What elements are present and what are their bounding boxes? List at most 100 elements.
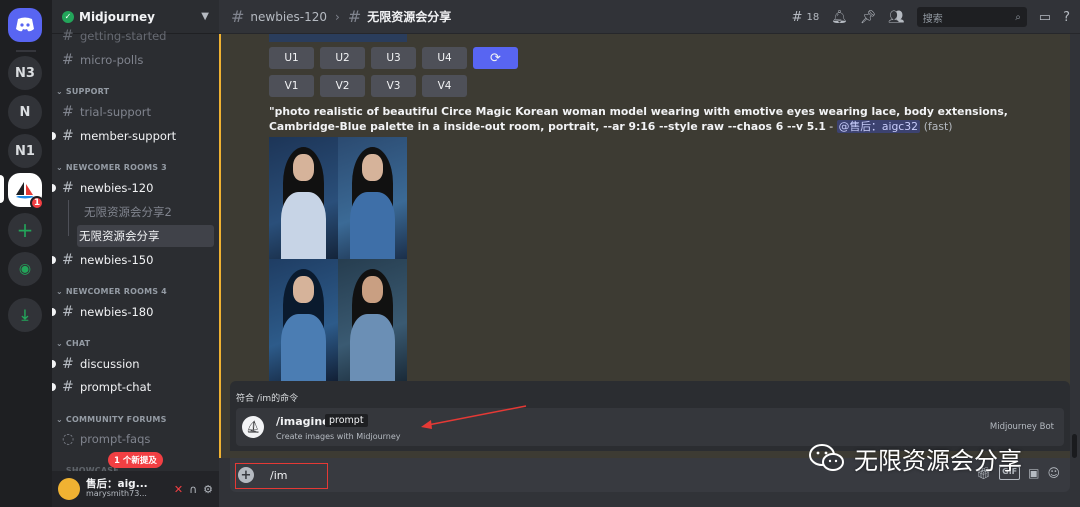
selected-server-pill (0, 175, 4, 203)
variation-button-3[interactable]: V3 (371, 75, 416, 97)
channel-newbies-180[interactable]: # newbies-180 (52, 302, 213, 322)
channel-getting-started[interactable]: # getting-started (60, 26, 213, 46)
category-newcomer-rooms-3[interactable]: ⌄ NEWCOMER ROOMS 3 (56, 163, 167, 172)
figure-face (293, 276, 314, 303)
notification-bell-icon[interactable]: 🔔︎ (831, 10, 848, 25)
verified-check-icon: ✓ (62, 10, 74, 23)
add-server-icon[interactable]: + (8, 213, 42, 247)
channel-newbies-150[interactable]: # newbies-150 (52, 250, 213, 270)
forum-icon: ◌ (62, 431, 75, 447)
reroll-icon[interactable]: ⟳ (473, 47, 518, 69)
server-n1[interactable]: N1 (8, 134, 42, 168)
emoji-icon[interactable]: ☺ (1047, 466, 1060, 480)
thread-connector (68, 200, 80, 212)
wechat-logo-icon (809, 444, 844, 471)
discord-home-icon[interactable] (8, 8, 42, 42)
channel-micro-polls[interactable]: # micro-polls (60, 50, 213, 70)
search-placeholder: 搜索 (922, 13, 943, 25)
watermark-text: 无限资源会分享 (854, 446, 1022, 475)
user-panel: 售后：aig... marysmith73... ✕ ∩ ⚙ (52, 471, 219, 507)
channel-sidebar: ✓ Midjourney ▼ # getting-started # micro-p… (52, 0, 219, 507)
image-tile-3[interactable] (269, 259, 338, 381)
thread-item-active[interactable]: 无限资源会分享 (77, 225, 214, 247)
channel-label: newbies-150 (80, 253, 154, 267)
figure-face (293, 154, 314, 181)
variation-button-4[interactable]: V4 (422, 75, 467, 97)
figure-dress (281, 191, 326, 259)
variation-button-2[interactable]: V2 (320, 75, 365, 97)
previous-image-edge (269, 34, 407, 42)
hash-icon: # (62, 356, 74, 372)
figure-dress (350, 191, 395, 259)
generated-image-grid[interactable] (269, 137, 407, 381)
watermark: 无限资源会分享 (808, 440, 1022, 476)
user-mention[interactable]: @售后：aigc32 (836, 120, 920, 134)
thread-hash-icon: # (62, 180, 74, 196)
channel-label: member-support (80, 129, 177, 143)
figure-dress (281, 313, 326, 381)
member-list-icon[interactable]: 👥︎ (888, 10, 905, 25)
sticker-icon[interactable]: ▣ (1028, 466, 1039, 480)
variation-button-1[interactable]: V1 (269, 75, 314, 97)
help-icon[interactable]: ? (1063, 10, 1070, 25)
chevron-down-icon: ▼ (201, 11, 209, 22)
mute-mic-icon[interactable]: ✕ (174, 483, 183, 496)
channel-label: newbies-120 (80, 181, 154, 195)
hash-icon: # (62, 28, 74, 44)
category-community-forums[interactable]: ⌄ COMMUNITY FORUMS (56, 415, 167, 424)
upscale-button-1[interactable]: U1 (269, 47, 314, 69)
pin-icon[interactable]: 📌︎ (860, 10, 877, 25)
channel-discussion[interactable]: # discussion (52, 354, 213, 374)
image-tile-1[interactable] (269, 137, 338, 259)
upscale-button-2[interactable]: U2 (320, 47, 365, 69)
thread-hash-icon: # (62, 379, 74, 395)
new-mentions-pill[interactable]: 1 个新提及 (108, 452, 163, 468)
channel-label: prompt-faqs (80, 432, 151, 446)
server-n[interactable]: N (8, 95, 42, 129)
channel-label: micro-polls (80, 53, 144, 67)
channel-label: trial-support (80, 105, 151, 119)
thread-hash-icon: # (231, 7, 245, 26)
channel-prompt-faqs[interactable]: ◌ prompt-faqs (60, 429, 213, 449)
channel-label: getting-started (80, 29, 167, 43)
category-support[interactable]: ⌄ SUPPORT (56, 87, 109, 96)
upscale-button-4[interactable]: U4 (422, 47, 467, 69)
thread-hash-icon: # (62, 304, 74, 320)
server-name: Midjourney (79, 9, 155, 24)
explore-compass-icon[interactable]: ◉ (8, 252, 42, 286)
settings-gear-icon[interactable]: ⚙ (203, 483, 213, 496)
server-n3[interactable]: N3 (8, 56, 42, 90)
thread-item[interactable]: 无限资源会分享2 (82, 201, 213, 223)
hash-icon: # (62, 128, 74, 144)
threads-icon[interactable]: # (792, 10, 803, 25)
scrollbar[interactable] (1072, 434, 1077, 458)
thread-label: 无限资源会分享2 (84, 205, 172, 219)
server-midjourney[interactable]: 1 (8, 173, 44, 210)
avatar[interactable] (58, 478, 80, 500)
mention-badge: 1 (30, 196, 44, 210)
image-tile-4[interactable] (338, 259, 407, 381)
channel-label: newbies-180 (80, 305, 154, 319)
upscale-button-3[interactable]: U3 (371, 47, 416, 69)
rail-divider (16, 50, 36, 52)
unread-indicator (52, 184, 56, 192)
channel-member-support[interactable]: # member-support (52, 126, 213, 146)
image-tile-2[interactable] (338, 137, 407, 259)
channel-trial-support[interactable]: # trial-support (60, 102, 213, 122)
thread-title: 无限资源会分享 (367, 10, 452, 24)
figure-face (362, 154, 383, 181)
channel-newbies-120[interactable]: # newbies-120 (52, 178, 213, 198)
parent-channel-name[interactable]: newbies-120 (250, 10, 327, 24)
category-newcomer-rooms-4[interactable]: ⌄ NEWCOMER ROOMS 4 (56, 287, 167, 296)
headphones-icon[interactable]: ∩ (189, 483, 197, 496)
figure-face (362, 276, 383, 303)
download-apps-icon[interactable]: ⤓ (8, 298, 42, 332)
unread-indicator (52, 256, 56, 264)
inbox-icon[interactable]: ▭ (1039, 10, 1051, 25)
command-source: Midjourney Bot (989, 422, 1054, 432)
category-chat[interactable]: ⌄ CHAT (56, 339, 90, 348)
search-input[interactable]: 搜索 ⌕ (916, 7, 1027, 27)
channel-prompt-chat[interactable]: # prompt-chat (52, 377, 213, 397)
unread-indicator (52, 360, 56, 368)
speed-mode: (fast) (923, 120, 953, 134)
